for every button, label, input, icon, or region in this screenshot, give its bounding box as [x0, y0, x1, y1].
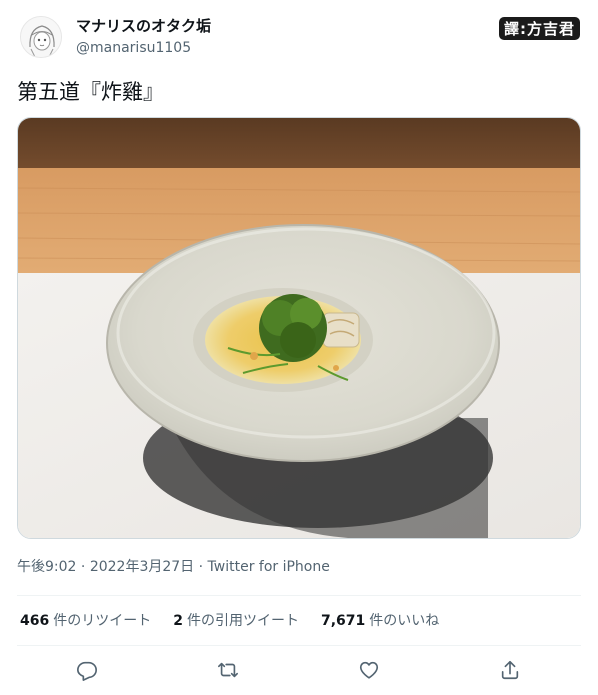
- user-names: マナリスのオタク垢 @manarisu1105: [76, 16, 211, 58]
- tweet-date[interactable]: 2022年3月27日: [90, 559, 194, 575]
- meta-separator: ·: [194, 559, 208, 575]
- tweet-detail: マナリスのオタク垢 @manarisu1105 譯:方吉君 第五道『炸雞』 午後…: [0, 0, 598, 695]
- divider: [17, 645, 581, 646]
- quote-label: 件の引用ツイート: [186, 613, 299, 629]
- avatar-illustration: [21, 17, 61, 57]
- heart-icon: [359, 661, 379, 679]
- tweet-photo[interactable]: [17, 117, 581, 539]
- retweet-icon: [218, 662, 238, 678]
- retweet-count: 466: [20, 613, 50, 629]
- reply-icon: [77, 661, 97, 681]
- share-button[interactable]: [492, 652, 528, 688]
- tweet-text: 第五道『炸雞』: [17, 80, 164, 104]
- retweet-button[interactable]: [210, 652, 246, 688]
- divider: [17, 595, 581, 596]
- tweet-source[interactable]: Twitter for iPhone: [208, 559, 330, 575]
- quote-count: 2: [173, 613, 183, 629]
- like-label: 件のいいね: [369, 613, 440, 629]
- avatar[interactable]: [20, 16, 62, 58]
- tweet-meta: 午後9:02 · 2022年3月27日 · Twitter for iPhone: [17, 557, 330, 577]
- tweet-actions: [0, 652, 598, 688]
- like-count: 7,671: [320, 613, 366, 629]
- translator-watermark: 譯:方吉君: [499, 17, 580, 40]
- photo-fried-chicken-dish: [18, 118, 580, 538]
- like-button[interactable]: [351, 652, 387, 688]
- tweet-time[interactable]: 午後9:02: [17, 559, 76, 575]
- tweet-stats: 466 件のリツイート 2 件の引用ツイート 7,671 件のいいね: [20, 610, 439, 632]
- like-count-link[interactable]: 7,671 件のいいね: [321, 610, 439, 632]
- retweet-count-link[interactable]: 466 件のリツイート: [20, 610, 151, 632]
- quote-count-link[interactable]: 2 件の引用ツイート: [173, 610, 299, 632]
- meta-separator: ·: [76, 559, 90, 575]
- tweet-header: マナリスのオタク垢 @manarisu1105 譯:方吉君: [20, 14, 580, 62]
- display-name[interactable]: マナリスのオタク垢: [76, 16, 211, 36]
- user-handle[interactable]: @manarisu1105: [76, 38, 211, 58]
- reply-button[interactable]: [69, 652, 105, 688]
- share-icon: [501, 660, 519, 680]
- retweet-label: 件のリツイート: [53, 613, 152, 629]
